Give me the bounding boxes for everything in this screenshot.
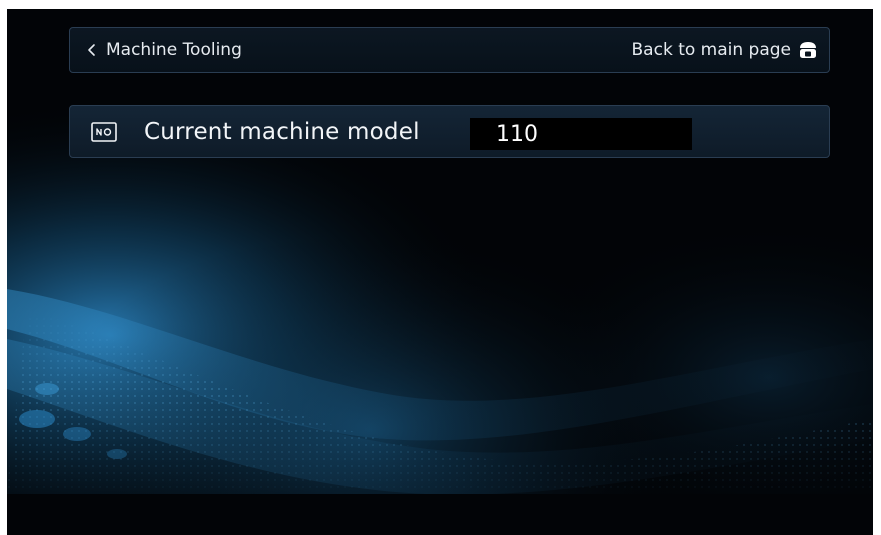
top-navigation-bar: Machine Tooling Back to main page (69, 27, 830, 73)
back-to-main-page-button[interactable]: Back to main page (632, 28, 819, 72)
machine-model-value-field[interactable]: 110 (470, 118, 692, 150)
back-button[interactable]: Machine Tooling (84, 28, 242, 72)
chevron-left-icon (88, 44, 95, 56)
back-label: Machine Tooling (106, 40, 242, 60)
current-machine-model-row: Current machine model 110 (69, 105, 830, 158)
home-icon (800, 42, 816, 58)
background-wave (7, 9, 873, 535)
current-machine-model-label: Current machine model (144, 118, 420, 145)
app-screen: Machine Tooling Back to main page Curren… (7, 9, 873, 535)
model-number-icon (91, 122, 117, 142)
main-page-label: Back to main page (631, 40, 791, 60)
